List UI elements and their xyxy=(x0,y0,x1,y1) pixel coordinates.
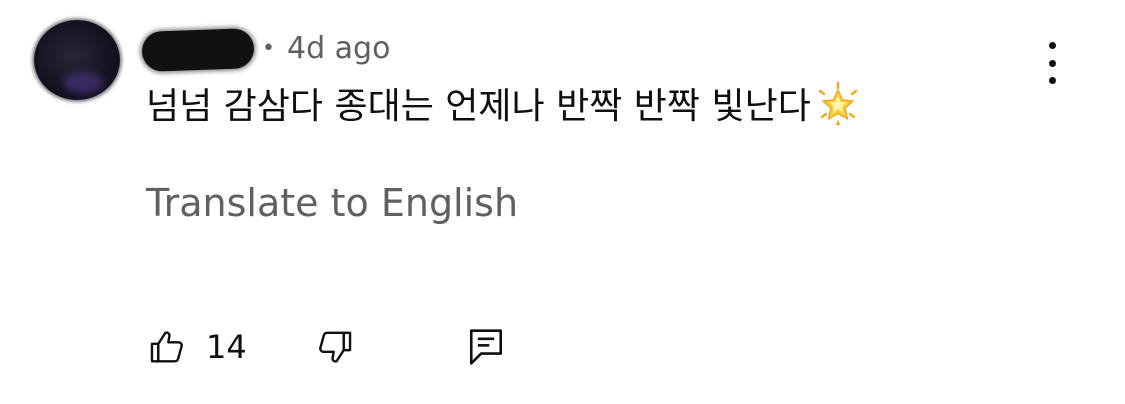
reply-button[interactable] xyxy=(468,322,504,372)
comment-text-line: 넘넘 감삼다 종대는 언제나 반짝 반짝 빛난다 xyxy=(146,80,861,134)
reply-comment-icon xyxy=(468,327,504,367)
more-vertical-icon-dot xyxy=(1048,59,1056,67)
translate-link[interactable]: Translate to English xyxy=(146,178,518,228)
more-vertical-icon-dot xyxy=(1048,77,1056,84)
more-vertical-icon-dot xyxy=(1048,42,1056,49)
comment-meta: • 4d ago xyxy=(262,27,390,71)
thumbs-down-icon xyxy=(316,328,354,366)
avatar-obscured-area xyxy=(64,72,104,94)
dislike-button[interactable] xyxy=(316,322,354,372)
meta-separator: • xyxy=(262,36,275,61)
like-count: 14 xyxy=(206,328,247,366)
timestamp: 4d ago xyxy=(286,31,391,66)
avatar[interactable] xyxy=(34,20,120,100)
like-button[interactable]: 14 xyxy=(148,322,247,372)
thumbs-up-icon xyxy=(148,328,186,366)
glowing-star-icon xyxy=(815,81,861,127)
comment-text: 넘넘 감삼다 종대는 언제나 반짝 반짝 빛난다 xyxy=(146,86,811,127)
username-redacted[interactable] xyxy=(141,28,255,72)
more-options-button[interactable] xyxy=(1032,38,1072,88)
